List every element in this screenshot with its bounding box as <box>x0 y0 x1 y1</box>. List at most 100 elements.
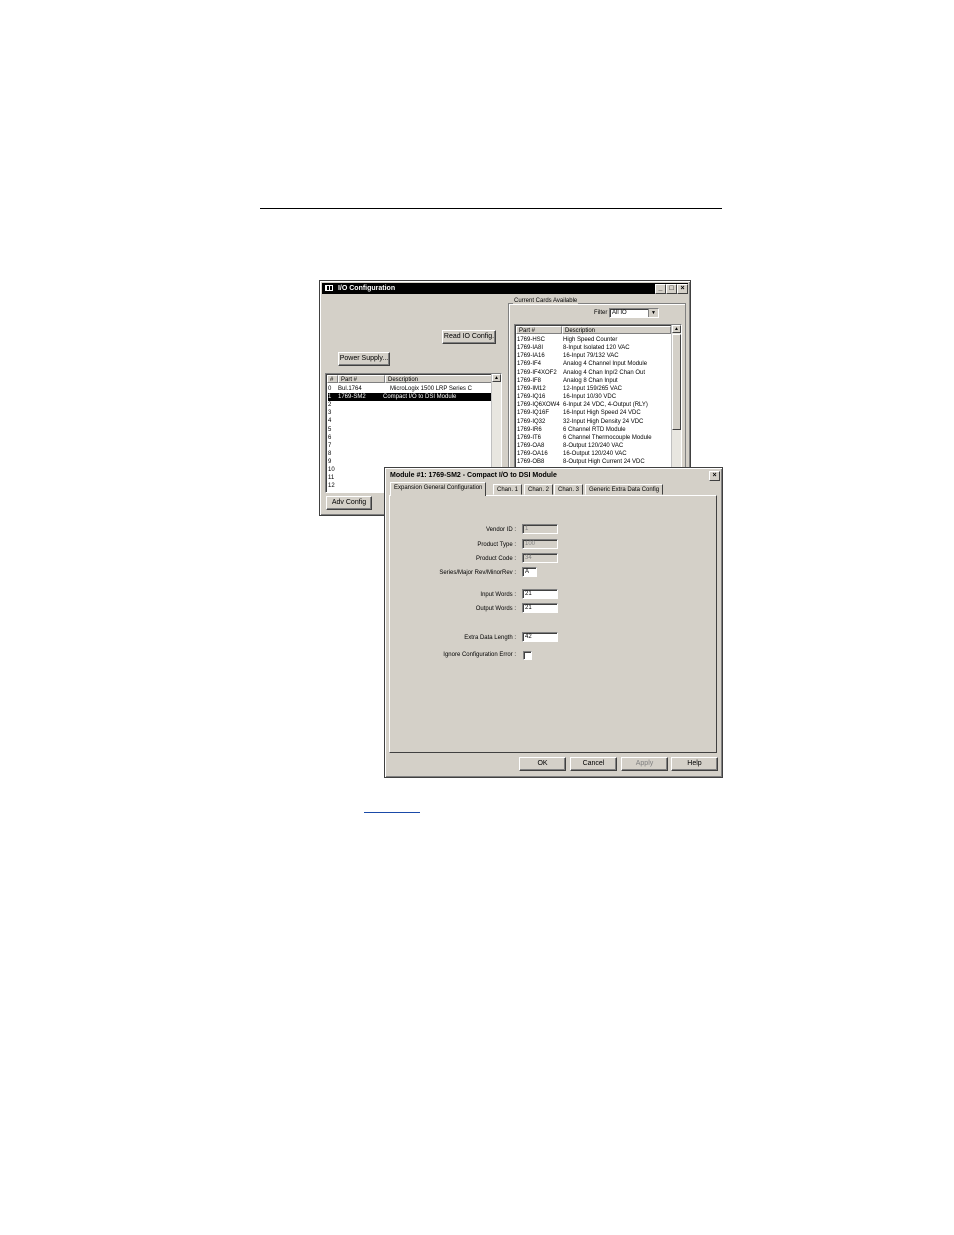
hyperlink-underline[interactable] <box>364 812 420 813</box>
slot-number: 5 <box>328 426 332 433</box>
card-part: 1769-IF4 <box>517 361 542 368</box>
list-item[interactable]: 1769-IT6 6 Channel Thermocouple Module <box>517 434 671 442</box>
filter-select[interactable]: All IO ▼ <box>609 308 659 318</box>
card-description: 16-Input High Speed 24 VDC <box>563 410 641 417</box>
table-row[interactable]: 5 <box>328 426 491 434</box>
extra-data-length-field[interactable]: 42 <box>522 632 558 642</box>
cards-header-description[interactable]: Description <box>562 326 671 334</box>
current-cards-list[interactable]: Part # Description 1769-HSC High Speed Co… <box>514 324 682 471</box>
card-description: 6 Channel Thermocouple Module <box>563 434 652 441</box>
table-row[interactable]: 7 <box>328 442 491 450</box>
adv-config-button[interactable]: Adv Config <box>326 496 372 510</box>
card-description: 8-Output High Current 24 VDC <box>563 459 645 466</box>
input-words-field[interactable]: 21 <box>522 589 558 599</box>
card-part: 1769-IQ16F <box>517 410 550 417</box>
list-item[interactable]: 1769-IA16 16-Input 79/132 VAC <box>517 352 671 360</box>
table-row[interactable]: 4 <box>328 417 491 425</box>
list-item[interactable]: 1769-IM12 12-Input 159/265 VAC <box>517 385 671 393</box>
current-cards-label: Current Cards Available <box>513 298 579 304</box>
tab-generic-extra-data-config[interactable]: Generic Extra Data Config <box>585 484 664 495</box>
card-part: 1769-IA8I <box>517 345 544 352</box>
card-part: 1769-OA8 <box>517 442 545 449</box>
vendor-id-label: Vendor ID : <box>485 527 516 533</box>
ignore-config-error-label: Ignore Configuration Error : <box>443 652 516 658</box>
tab-chan-1[interactable]: Chan. 1 <box>493 484 523 495</box>
list-item[interactable]: 1769-IQ16F 16-Input High Speed 24 VDC <box>517 409 671 417</box>
list-item[interactable]: 1769-IA8I 8-Input Isolated 120 VAC <box>517 344 671 352</box>
cards-header-part[interactable]: Part # <box>516 326 562 334</box>
card-description: Analog 4 Chan Inp/2 Chan Out <box>563 369 646 376</box>
apply-button[interactable]: Apply <box>621 757 668 771</box>
card-part: 1769-IQ32 <box>517 418 546 425</box>
slot-number: 2 <box>328 402 332 409</box>
scroll-up-arrow-icon[interactable]: ▲ <box>492 374 501 382</box>
product-code-label: Product Code : <box>475 556 516 562</box>
list-item[interactable]: 1769-OA16 16-Output 120/240 VAC <box>517 450 671 458</box>
table-row[interactable]: 6 <box>328 434 491 442</box>
maximize-button[interactable]: □ <box>666 284 677 294</box>
slot-number: 12 <box>328 483 335 490</box>
card-part: 1769-IF4XOF2 <box>517 369 557 376</box>
table-row[interactable]: 9 <box>328 458 491 466</box>
list-item[interactable]: 1769-IQ6XOW4 6-Input 24 VDC, 4-Output (RL… <box>517 401 671 409</box>
io-config-titlebar: I/O Configuration _ □ × <box>322 283 688 294</box>
slots-header-num[interactable]: # <box>327 375 338 383</box>
card-description: 8-Input Isolated 120 VAC <box>563 345 630 352</box>
slot-number: 1 <box>328 394 332 401</box>
list-item[interactable]: 1769-IF4XOF2 Analog 4 Chan Inp/2 Chan Out <box>517 369 671 377</box>
card-part: 1769-IM12 <box>517 385 546 392</box>
power-supply-button[interactable]: Power Supply... <box>338 352 390 366</box>
read-io-config-button[interactable]: Read IO Config. <box>442 330 496 344</box>
tab-expansion-general-configuration[interactable]: Expansion General Configuration <box>390 482 487 496</box>
chevron-down-icon[interactable]: ▼ <box>648 309 658 317</box>
list-item[interactable]: 1769-IQ16 16-Input 10/30 VDC <box>517 393 671 401</box>
table-row[interactable]: 0 Bul.1764 MicroLogix 1500 LRP Series C <box>328 385 491 393</box>
tab-chan-3[interactable]: Chan. 3 <box>554 484 584 495</box>
slot-number: 11 <box>328 475 335 482</box>
list-item[interactable]: 1769-HSC High Speed Counter <box>517 336 671 344</box>
list-item[interactable]: 1769-IF8 Analog 8 Chan Input <box>517 377 671 385</box>
module-dialog-title: Module #1: 1769-SM2 - Compact I/O to DSI… <box>390 472 557 479</box>
io-config-title: I/O Configuration <box>337 285 396 292</box>
product-type-label: Product Type : <box>477 542 516 548</box>
table-row[interactable]: 2 <box>328 401 491 409</box>
list-item[interactable]: 1769-IQ32 32-Input High Density 24 VDC <box>517 418 671 426</box>
card-part: 1769-IA16 <box>517 353 545 360</box>
slot-number: 8 <box>328 450 332 457</box>
cancel-button[interactable]: Cancel <box>570 757 617 771</box>
product-code-field: 34 <box>522 553 558 563</box>
vendor-id-field: 1 <box>522 524 558 534</box>
slots-header-description[interactable]: Description <box>385 375 492 383</box>
list-item[interactable]: 1769-OB8 8-Output High Current 24 VDC <box>517 458 671 466</box>
cards-scrollbar[interactable]: ▲ <box>671 325 681 470</box>
table-row[interactable]: 3 <box>328 409 491 417</box>
card-part: 1769-IT6 <box>517 434 542 441</box>
series-rev-field[interactable]: A <box>522 567 537 577</box>
extra-data-length-label: Extra Data Length : <box>464 635 516 641</box>
tab-chan-2[interactable]: Chan. 2 <box>524 484 554 495</box>
card-description: 12-Input 159/265 VAC <box>563 385 622 392</box>
card-description: 16-Input 10/30 VDC <box>563 394 617 401</box>
close-button[interactable]: × <box>677 284 688 294</box>
module-dialog-titlebar: Module #1: 1769-SM2 - Compact I/O to DSI… <box>387 470 720 481</box>
card-description: High Speed Counter <box>563 337 618 343</box>
card-part: 1769-IR6 <box>517 426 542 433</box>
list-item[interactable]: 1769-IR6 6 Channel RTD Module <box>517 426 671 434</box>
ignore-config-error-checkbox[interactable] <box>523 651 532 660</box>
table-row[interactable]: 1 1769-SM2 Compact I/O to DSI Module <box>328 393 491 402</box>
close-button[interactable]: × <box>709 471 720 481</box>
list-item[interactable]: 1769-OA8 8-Output 120/240 VAC <box>517 442 671 450</box>
output-words-field[interactable]: 21 <box>522 603 558 613</box>
card-part: 1769-IQ6XOW4 <box>517 402 560 409</box>
ok-button[interactable]: OK <box>519 757 566 771</box>
scroll-up-arrow-icon[interactable]: ▲ <box>672 325 681 333</box>
slot-description: MicroLogix 1500 LRP Series C <box>390 386 472 392</box>
table-row[interactable]: 8 <box>328 450 491 458</box>
slot-part: 1769-SM2 <box>338 394 366 401</box>
minimize-button[interactable]: _ <box>655 284 666 294</box>
cards-scroll-thumb[interactable] <box>672 334 681 430</box>
list-item[interactable]: 1769-IF4 Analog 4 Channel Input Module <box>517 360 671 368</box>
slots-header-part[interactable]: Part # <box>338 375 385 383</box>
slot-number: 6 <box>328 434 332 441</box>
help-button[interactable]: Help <box>671 757 718 771</box>
